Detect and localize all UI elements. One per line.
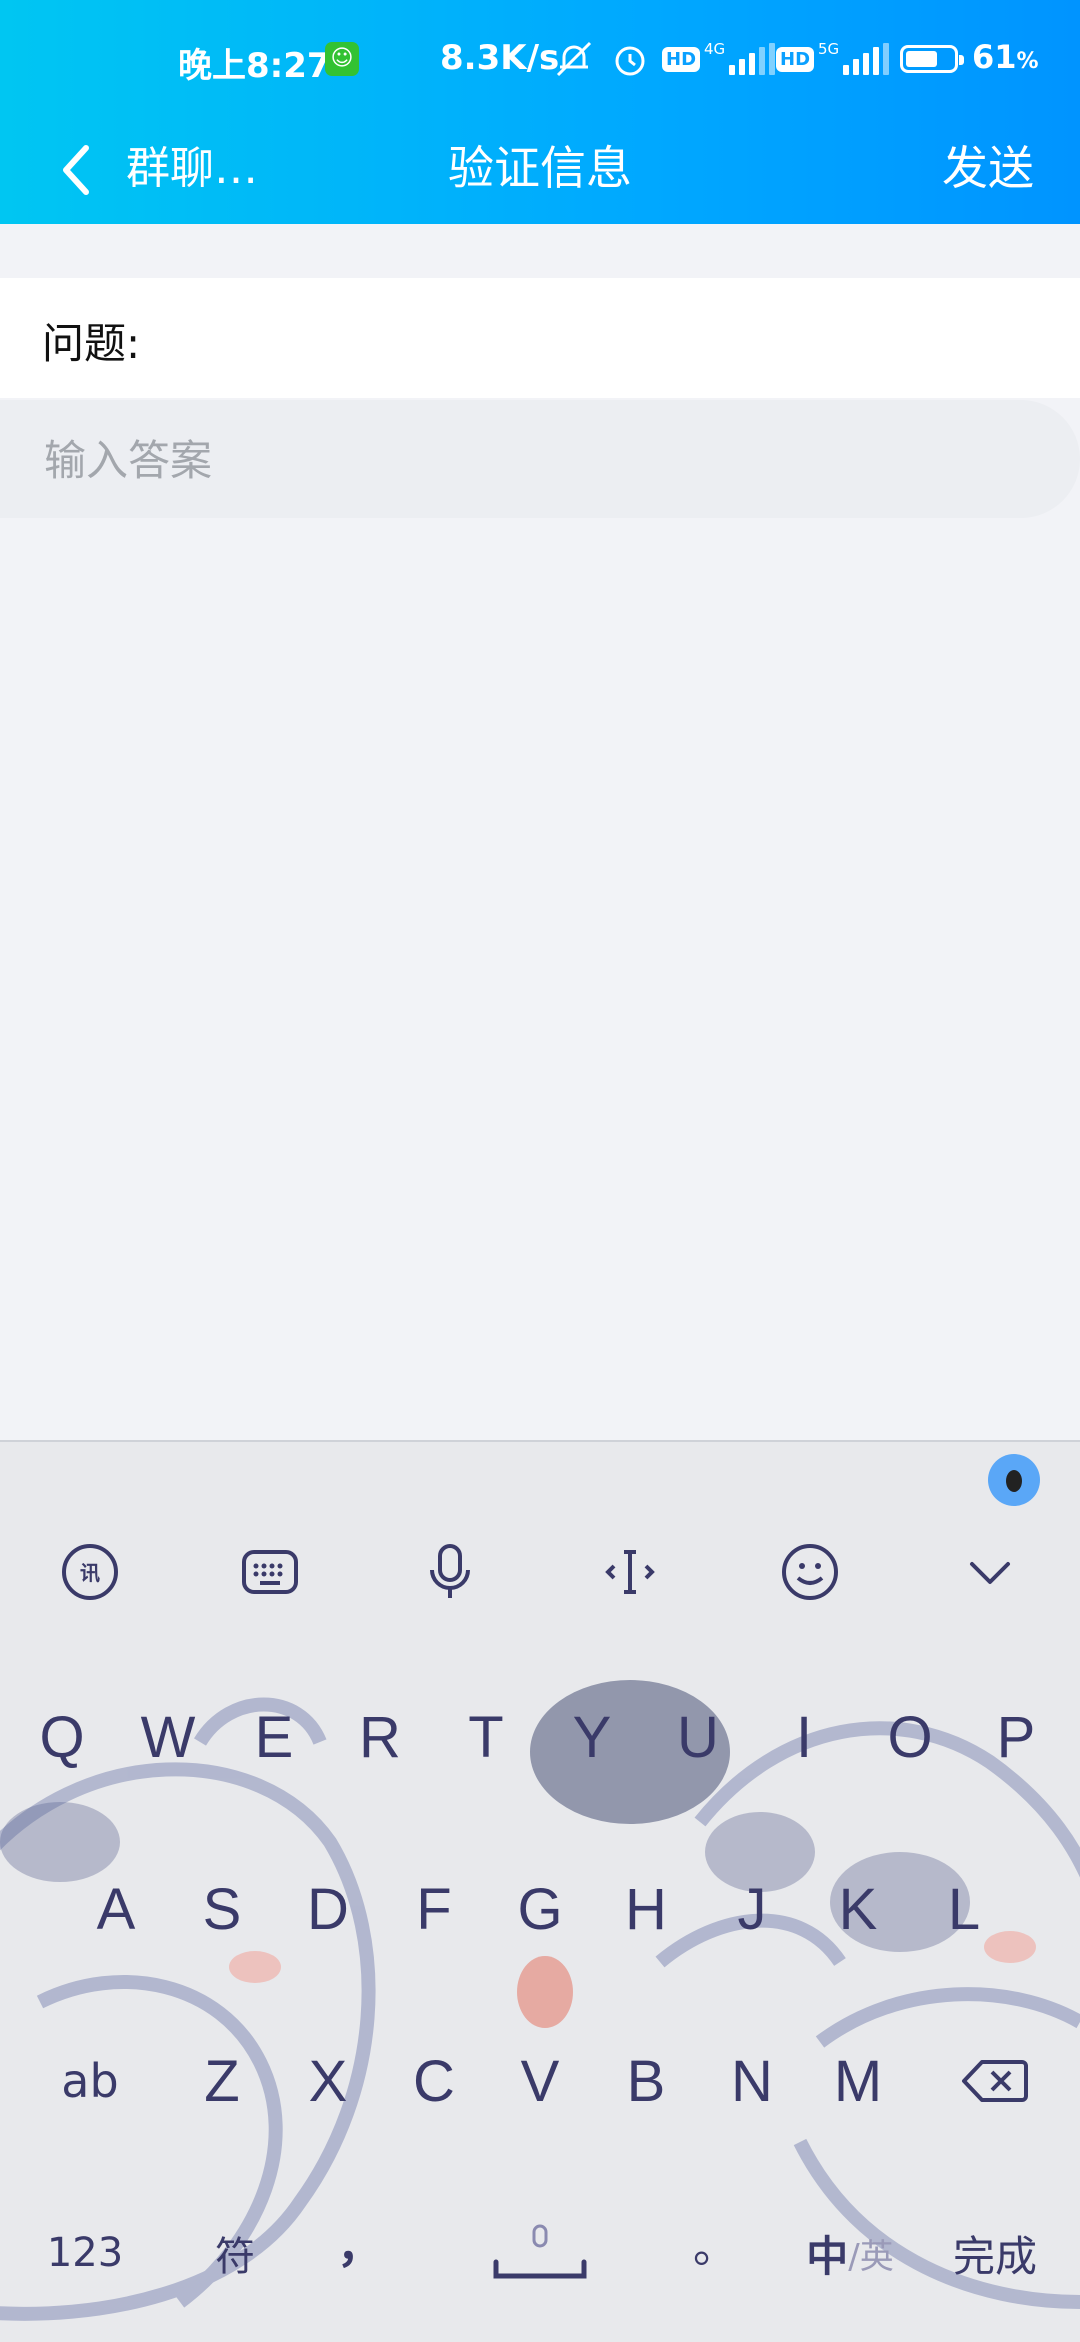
key-z[interactable]: Z (172, 2026, 272, 2136)
key-q[interactable]: Q (12, 1682, 112, 1792)
key-k[interactable]: K (808, 1854, 908, 1964)
key-e[interactable]: E (224, 1682, 324, 1792)
backspace-icon (962, 2060, 1028, 2102)
key-a[interactable]: A (66, 1854, 166, 1964)
signal-4g-icon: 4G (704, 40, 776, 78)
key-v[interactable]: V (490, 2026, 590, 2136)
language-toggle-key[interactable]: 中/英 (790, 2198, 910, 2308)
ime-logo-icon[interactable]: 讯 (50, 1532, 130, 1612)
emoji-icon[interactable] (770, 1532, 850, 1612)
key-i[interactable]: I (754, 1682, 854, 1792)
key-s[interactable]: S (172, 1854, 272, 1964)
status-time: 晚上8:27 (178, 46, 331, 86)
question-label: 问题: (42, 319, 141, 368)
svg-text:讯: 讯 (80, 1561, 100, 1585)
alarm-icon (610, 40, 650, 78)
key-c[interactable]: C (384, 2026, 484, 2136)
status-bar: 晚上8:27 ☺ 8.3K/s HD 4G HD 5G 61% (0, 0, 1080, 120)
keyboard-icon[interactable] (230, 1532, 310, 1612)
page-title: 验证信息 (448, 141, 632, 195)
answer-input[interactable] (42, 426, 1046, 494)
key-n[interactable]: N (702, 2026, 802, 2136)
soft-keyboard: 讯 Q W E R T Y U I O P A S D F G H J K L … (0, 1440, 1080, 2342)
key-g[interactable]: G (490, 1854, 590, 1964)
key-f[interactable]: F (384, 1854, 484, 1964)
key-p[interactable]: P (966, 1682, 1066, 1792)
backspace-key[interactable] (940, 2026, 1050, 2136)
key-l[interactable]: L (914, 1854, 1014, 1964)
hd-badge-1: HD (662, 40, 701, 78)
numeric-key[interactable]: 123 (30, 2198, 140, 2308)
keyboard-toolbar: 讯 (0, 1532, 1080, 1632)
microphone-icon[interactable] (410, 1532, 490, 1612)
answer-row (0, 400, 1080, 518)
hd-badge-2: HD (776, 40, 815, 78)
assistant-mascot-icon[interactable] (988, 1454, 1040, 1506)
lang-alt-label: /英 (848, 2236, 894, 2277)
battery-icon (900, 40, 964, 78)
key-h[interactable]: H (596, 1854, 696, 1964)
key-u[interactable]: U (648, 1682, 748, 1792)
symbol-key[interactable]: 符 (180, 2198, 290, 2308)
done-key[interactable]: 完成 (940, 2198, 1050, 2308)
key-d[interactable]: D (278, 1854, 378, 1964)
send-button[interactable]: 发送 (942, 132, 1034, 198)
signal-5g-icon: 5G (818, 40, 890, 78)
key-w[interactable]: W (118, 1682, 218, 1792)
nav-bar: 群聊… 验证信息 发送 (0, 120, 1080, 224)
app-notification-icon: ☺ (325, 42, 359, 76)
key-r[interactable]: R (330, 1682, 430, 1792)
key-j[interactable]: J (702, 1854, 802, 1964)
key-t[interactable]: T (436, 1682, 536, 1792)
key-m[interactable]: M (808, 2026, 908, 2136)
app-header: 晚上8:27 ☺ 8.3K/s HD 4G HD 5G 61% 群聊… 验证信息… (0, 0, 1080, 224)
battery-percent: 61% (972, 38, 1039, 76)
network-speed: 8.3K/s (440, 38, 560, 78)
lang-main-label: 中 (806, 2231, 849, 2281)
period-key[interactable]: 。 (670, 2188, 760, 2298)
cursor-icon[interactable] (590, 1532, 670, 1612)
question-row: 问题: (0, 278, 1080, 398)
shift-ab-key[interactable]: ab (30, 2026, 150, 2136)
comma-key[interactable]: ， (310, 2188, 410, 2298)
mute-bell-icon (552, 40, 596, 78)
key-y[interactable]: Y (542, 1682, 642, 1792)
key-x[interactable]: X (278, 2026, 378, 2136)
space-key[interactable] (450, 2198, 630, 2308)
space-voice-icon (493, 2224, 587, 2279)
key-b[interactable]: B (596, 2026, 696, 2136)
key-o[interactable]: O (860, 1682, 960, 1792)
collapse-icon[interactable] (950, 1532, 1030, 1612)
